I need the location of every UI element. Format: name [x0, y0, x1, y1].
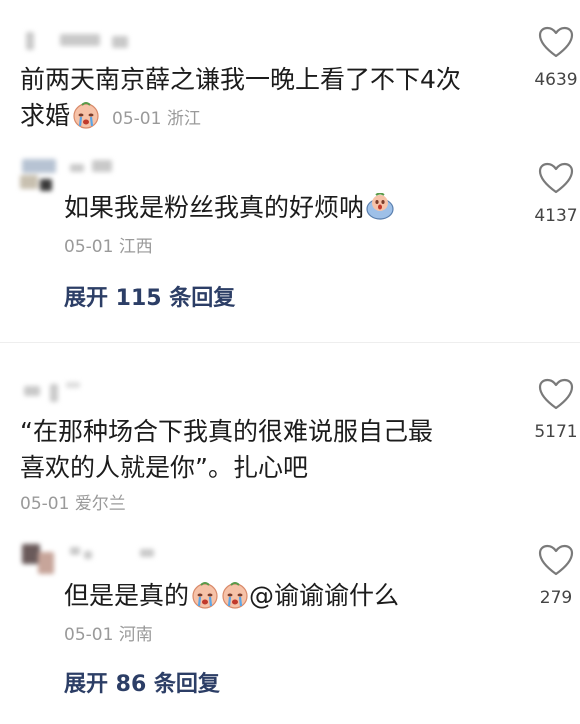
like-button[interactable]: 279 [532, 544, 580, 614]
comment-meta: 05-01 河南 [64, 620, 153, 645]
comment-location: 河南 [118, 625, 153, 645]
comment-location: 浙江 [166, 109, 201, 129]
comment-location: 江西 [118, 237, 153, 257]
avatar[interactable] [18, 155, 58, 195]
comment-meta: 05-01 江西 [64, 232, 153, 257]
heart-icon[interactable] [538, 162, 574, 194]
username-blurred[interactable] [20, 30, 130, 52]
username-blurred[interactable] [20, 380, 90, 402]
username-blurred[interactable] [70, 160, 120, 176]
comment-date: 05-01 [20, 494, 70, 514]
crying-face-icon [222, 582, 248, 609]
avatar[interactable] [18, 540, 58, 580]
comment-text: 如果我是粉丝我真的好烦呐 [64, 190, 394, 226]
comment-text: 前两天南京薛之谦我一晚上看了不下4次 求婚 05-01 浙江 [20, 65, 461, 130]
like-button[interactable]: 5171 [532, 378, 580, 448]
comment-date: 05-01 [64, 237, 114, 257]
comment-location: 爱尔兰 [74, 494, 126, 514]
username-blurred[interactable] [70, 545, 160, 561]
crying-face-icon [192, 582, 218, 609]
heart-icon[interactable] [538, 544, 574, 576]
divider [0, 342, 580, 343]
like-button[interactable]: 4639 [532, 26, 580, 96]
comment-date: 05-01 [64, 625, 114, 645]
crying-face-icon [73, 102, 99, 129]
comment-text: “在那种场合下我真的很难说服自己最 喜欢的人就是你”。扎心吧 [20, 417, 433, 482]
heart-icon[interactable] [538, 378, 574, 410]
heart-icon[interactable] [538, 26, 574, 58]
like-count: 279 [539, 588, 573, 608]
mention-link[interactable]: @谕谕谕什么 [249, 581, 399, 610]
like-count: 4137 [534, 206, 578, 226]
comment-meta: 05-01 爱尔兰 [20, 489, 126, 514]
screaming-face-icon [366, 193, 394, 220]
like-count: 4639 [534, 70, 578, 90]
comment-date: 05-01 [112, 109, 162, 129]
expand-replies-link[interactable]: 展开 86 条回复 [64, 666, 220, 698]
comment-text: 但是是真的 @谕谕谕什么 [64, 581, 400, 610]
expand-replies-link[interactable]: 展开 115 条回复 [64, 280, 235, 312]
like-count: 5171 [534, 422, 578, 442]
like-button[interactable]: 4137 [532, 162, 580, 232]
